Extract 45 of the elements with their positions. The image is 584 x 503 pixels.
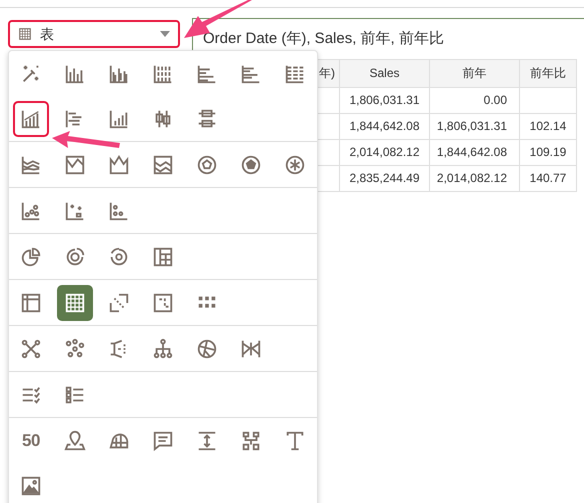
table-cell: 109.19 — [520, 139, 576, 165]
column-header: 前年 — [430, 59, 520, 87]
tile-icon — [152, 292, 174, 314]
caret-icon — [160, 31, 170, 37]
chart-type-dropdown[interactable]: 表 — [8, 20, 180, 48]
table-cell: 102.14 — [520, 113, 576, 139]
chart-type-button[interactable] — [13, 100, 49, 136]
chord-icon — [196, 338, 218, 360]
table-cell: 2,014,082.12 — [340, 139, 430, 165]
table-cell: 1,844,642.08 — [430, 139, 520, 165]
column-header: Sales — [340, 59, 430, 87]
map-pin-icon — [64, 430, 86, 452]
sunburst-icon — [108, 246, 130, 268]
tree-icon — [152, 338, 174, 360]
area-chart-icon — [152, 154, 174, 176]
table-icon — [64, 292, 86, 314]
table-cell: 0.00 — [430, 87, 520, 113]
graph-icon — [64, 338, 86, 360]
text-icon — [284, 430, 306, 452]
chart-type-button[interactable]: 50 — [18, 428, 44, 454]
chart-type-button[interactable] — [57, 284, 93, 320]
diagonal-matrix-icon — [108, 292, 130, 314]
column-header: 前年比 — [520, 59, 576, 87]
network-icon — [20, 338, 42, 360]
pie-chart-icon — [20, 246, 42, 268]
donut-chart-icon — [64, 246, 86, 268]
table-cell: 1,844,642.08 — [340, 113, 430, 139]
table-cell: 140.77 — [520, 165, 576, 191]
comment-icon — [152, 430, 174, 452]
grid-icon — [240, 430, 262, 452]
callout-arrow — [50, 128, 122, 150]
spacer-icon — [196, 430, 218, 452]
treemap-icon — [152, 246, 174, 268]
horizontal-boxplot-icon — [196, 108, 218, 130]
table-cell: 1,806,031.31 — [340, 87, 430, 113]
view-title: Order Date (年), Sales, 前年, 前年比 — [203, 29, 445, 49]
image-icon — [20, 474, 42, 496]
table-cell: 2,014,082.12 — [430, 165, 520, 191]
table-icon — [18, 27, 32, 41]
table-cell: 1,806,031.31 — [430, 113, 520, 139]
pivot-table-icon — [20, 292, 42, 314]
table-cell: 2,835,244.49 — [340, 165, 430, 191]
spoke-circle-icon — [284, 154, 306, 176]
area-chart-icon — [64, 154, 86, 176]
area-chart-icon — [108, 154, 130, 176]
